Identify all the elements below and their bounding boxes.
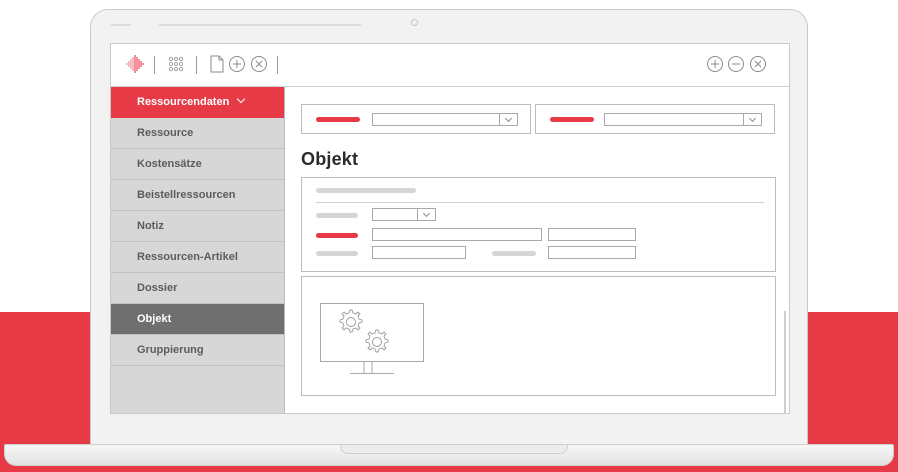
chevron-down-icon [743, 114, 761, 125]
sidebar-item-label: Dossier [137, 282, 178, 294]
filter-box-right [535, 104, 775, 134]
close-icon[interactable] [748, 54, 768, 74]
logo-icon[interactable] [125, 54, 145, 74]
chevron-down-icon [237, 94, 246, 104]
bezel-line [111, 24, 131, 26]
text-field[interactable] [372, 246, 466, 259]
sidebar-header-label: Ressourcendaten [137, 96, 230, 108]
field-label-placeholder [316, 213, 358, 218]
sidebar-item-label: Gruppierung [137, 344, 204, 356]
sidebar-item-notiz[interactable]: Notiz [111, 211, 284, 242]
sidebar-item-label: Kostensätze [137, 158, 202, 170]
sidebar-item-gruppierung[interactable]: Gruppierung [111, 335, 284, 366]
laptop-base-notch [340, 445, 568, 454]
sidebar-item-label: Ressourcen-Artikel [137, 251, 238, 263]
filter-label-placeholder [316, 117, 360, 122]
scrollbar[interactable] [784, 311, 786, 413]
sidebar-item-label: Notiz [137, 220, 164, 232]
gears-monitor-icon [320, 303, 424, 384]
field-label-placeholder [316, 251, 358, 256]
sidebar-header-ressourcendaten[interactable]: Ressourcendaten [111, 87, 284, 118]
bezel-line [159, 24, 361, 26]
chevron-down-icon [417, 209, 435, 220]
camera-icon [411, 19, 418, 26]
grid-icon[interactable] [166, 54, 186, 74]
sidebar-item-beistellressourcen[interactable]: Beistellressourcen [111, 180, 284, 211]
x-circle-icon[interactable] [249, 54, 269, 74]
text-field[interactable] [548, 228, 636, 241]
plus-circle-icon[interactable] [227, 54, 247, 74]
laptop-base [4, 444, 894, 466]
toolbar-separator [277, 56, 278, 74]
page-title: Objekt [301, 149, 359, 169]
zoom-in-icon[interactable] [705, 54, 725, 74]
sidebar-item-ressourcen-artikel[interactable]: Ressourcen-Artikel [111, 242, 284, 273]
main-content: Objekt [285, 87, 789, 413]
toolbar [111, 44, 789, 87]
app-screen: Ressourcendaten Ressource Kostensätze Be… [110, 43, 790, 414]
sidebar-item-dossier[interactable]: Dossier [111, 273, 284, 304]
divider [316, 202, 764, 203]
minus-circle-icon[interactable] [726, 54, 746, 74]
filter-select-left[interactable] [372, 113, 518, 126]
sidebar-item-label: Beistellressourcen [137, 189, 236, 201]
filter-select-right[interactable] [604, 113, 762, 126]
sidebar-item-label: Ressource [137, 127, 194, 139]
sidebar-item-label: Objekt [137, 313, 172, 325]
image-panel [301, 276, 776, 396]
sidebar: Ressourcendaten Ressource Kostensätze Be… [111, 87, 285, 413]
small-select[interactable] [372, 208, 436, 221]
sidebar-item-ressource[interactable]: Ressource [111, 118, 284, 149]
text-field-required[interactable] [372, 228, 542, 241]
field-label-placeholder [492, 251, 536, 256]
filter-label-placeholder [550, 117, 594, 122]
section-heading-placeholder [316, 188, 416, 193]
toolbar-separator [154, 56, 155, 74]
form-panel [301, 177, 776, 272]
filter-box-left [301, 104, 531, 134]
sidebar-item-kostensaetze[interactable]: Kostensätze [111, 149, 284, 180]
chevron-down-icon [499, 114, 517, 125]
document-icon[interactable] [207, 54, 227, 74]
sidebar-item-objekt[interactable]: Objekt [111, 304, 284, 335]
text-field[interactable] [548, 246, 636, 259]
field-label-placeholder [316, 233, 358, 238]
toolbar-separator [196, 56, 197, 74]
